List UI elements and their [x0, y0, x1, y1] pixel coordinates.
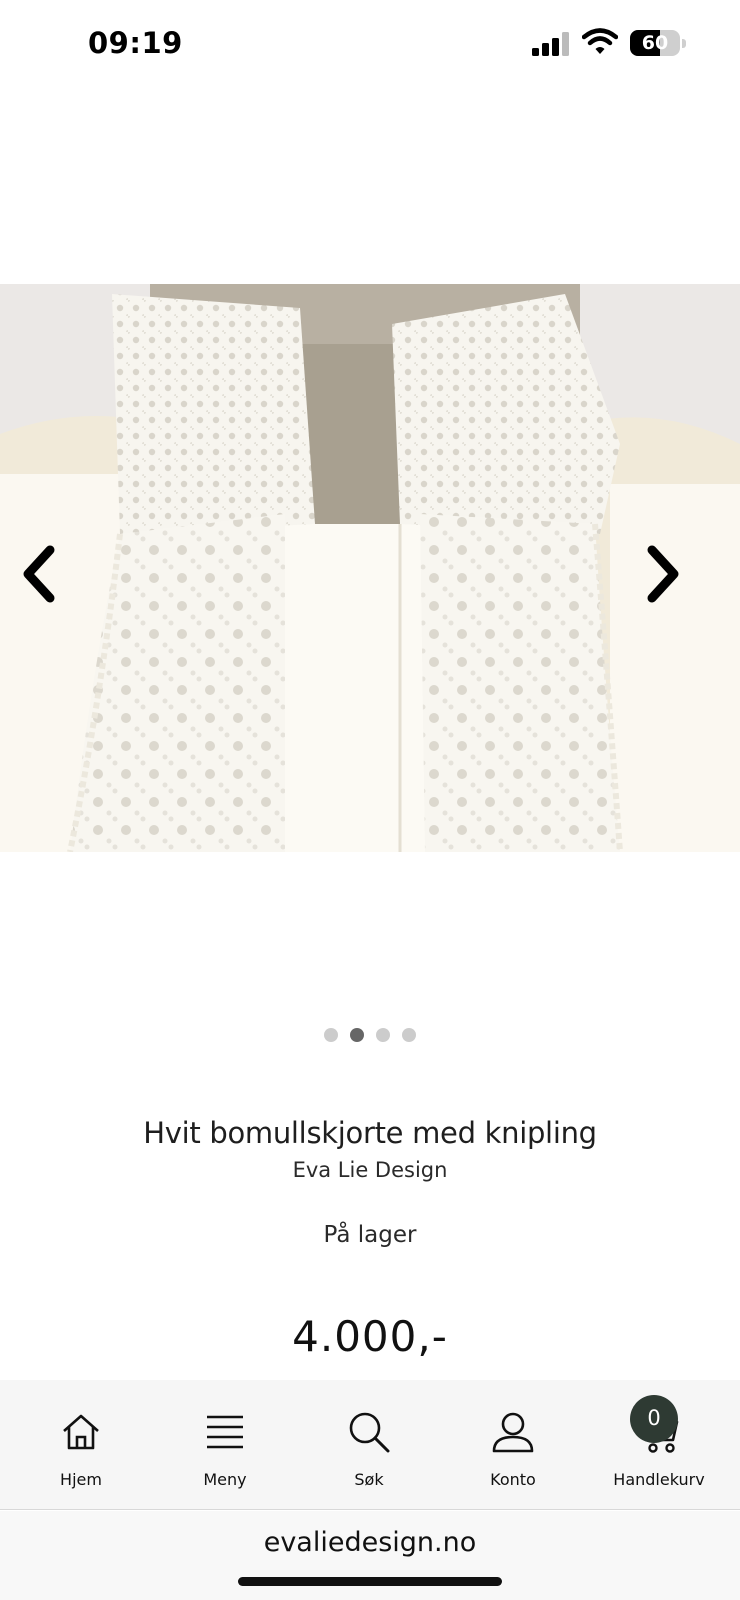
wifi-icon	[582, 28, 618, 54]
account-icon	[492, 1412, 534, 1453]
bottom-navigation: Hjem Meny Søk Konto Handlekurv	[0, 1380, 740, 1510]
status-time: 09:19	[88, 26, 183, 60]
home-indicator[interactable]	[238, 1577, 502, 1586]
browser-address-bar[interactable]: evaliedesign.no	[0, 1511, 740, 1600]
product-brand[interactable]: Eva Lie Design	[0, 1158, 740, 1182]
carousel-pagination	[0, 1028, 740, 1048]
product-image	[0, 284, 740, 852]
carousel-dot[interactable]	[376, 1028, 390, 1042]
nav-item-account[interactable]: Konto	[443, 1380, 583, 1510]
nav-item-menu[interactable]: Meny	[155, 1380, 295, 1510]
product-image-carousel[interactable]	[0, 284, 740, 852]
search-icon	[349, 1412, 390, 1453]
carousel-dot[interactable]	[350, 1028, 364, 1042]
home-icon	[63, 1414, 99, 1450]
battery-icon: 60	[630, 30, 686, 56]
carousel-dot[interactable]	[324, 1028, 338, 1042]
nav-label-account: Konto	[490, 1470, 536, 1489]
cellular-signal-icon	[532, 32, 569, 56]
carousel-dot[interactable]	[402, 1028, 416, 1042]
product-title: Hvit bomullskjorte med knipling	[143, 1116, 597, 1150]
nav-label-search: Søk	[354, 1470, 384, 1489]
battery-level: 60	[641, 32, 669, 54]
product-price: 4.000,-	[292, 1312, 448, 1361]
stock-status: På lager	[323, 1222, 417, 1248]
nav-item-search[interactable]: Søk	[299, 1380, 439, 1510]
nav-label-menu: Meny	[203, 1470, 247, 1489]
status-bar: 09:19 60	[0, 0, 740, 90]
nav-label-cart: Handlekurv	[613, 1470, 705, 1489]
next-image-button[interactable]	[638, 542, 686, 606]
cart-count-badge[interactable]: 0	[630, 1395, 678, 1443]
url-text[interactable]: evaliedesign.no	[0, 1527, 740, 1558]
nav-item-home[interactable]: Hjem	[11, 1380, 151, 1510]
nav-label-home: Hjem	[60, 1470, 102, 1489]
previous-image-button[interactable]	[16, 542, 64, 606]
menu-icon	[207, 1415, 243, 1449]
